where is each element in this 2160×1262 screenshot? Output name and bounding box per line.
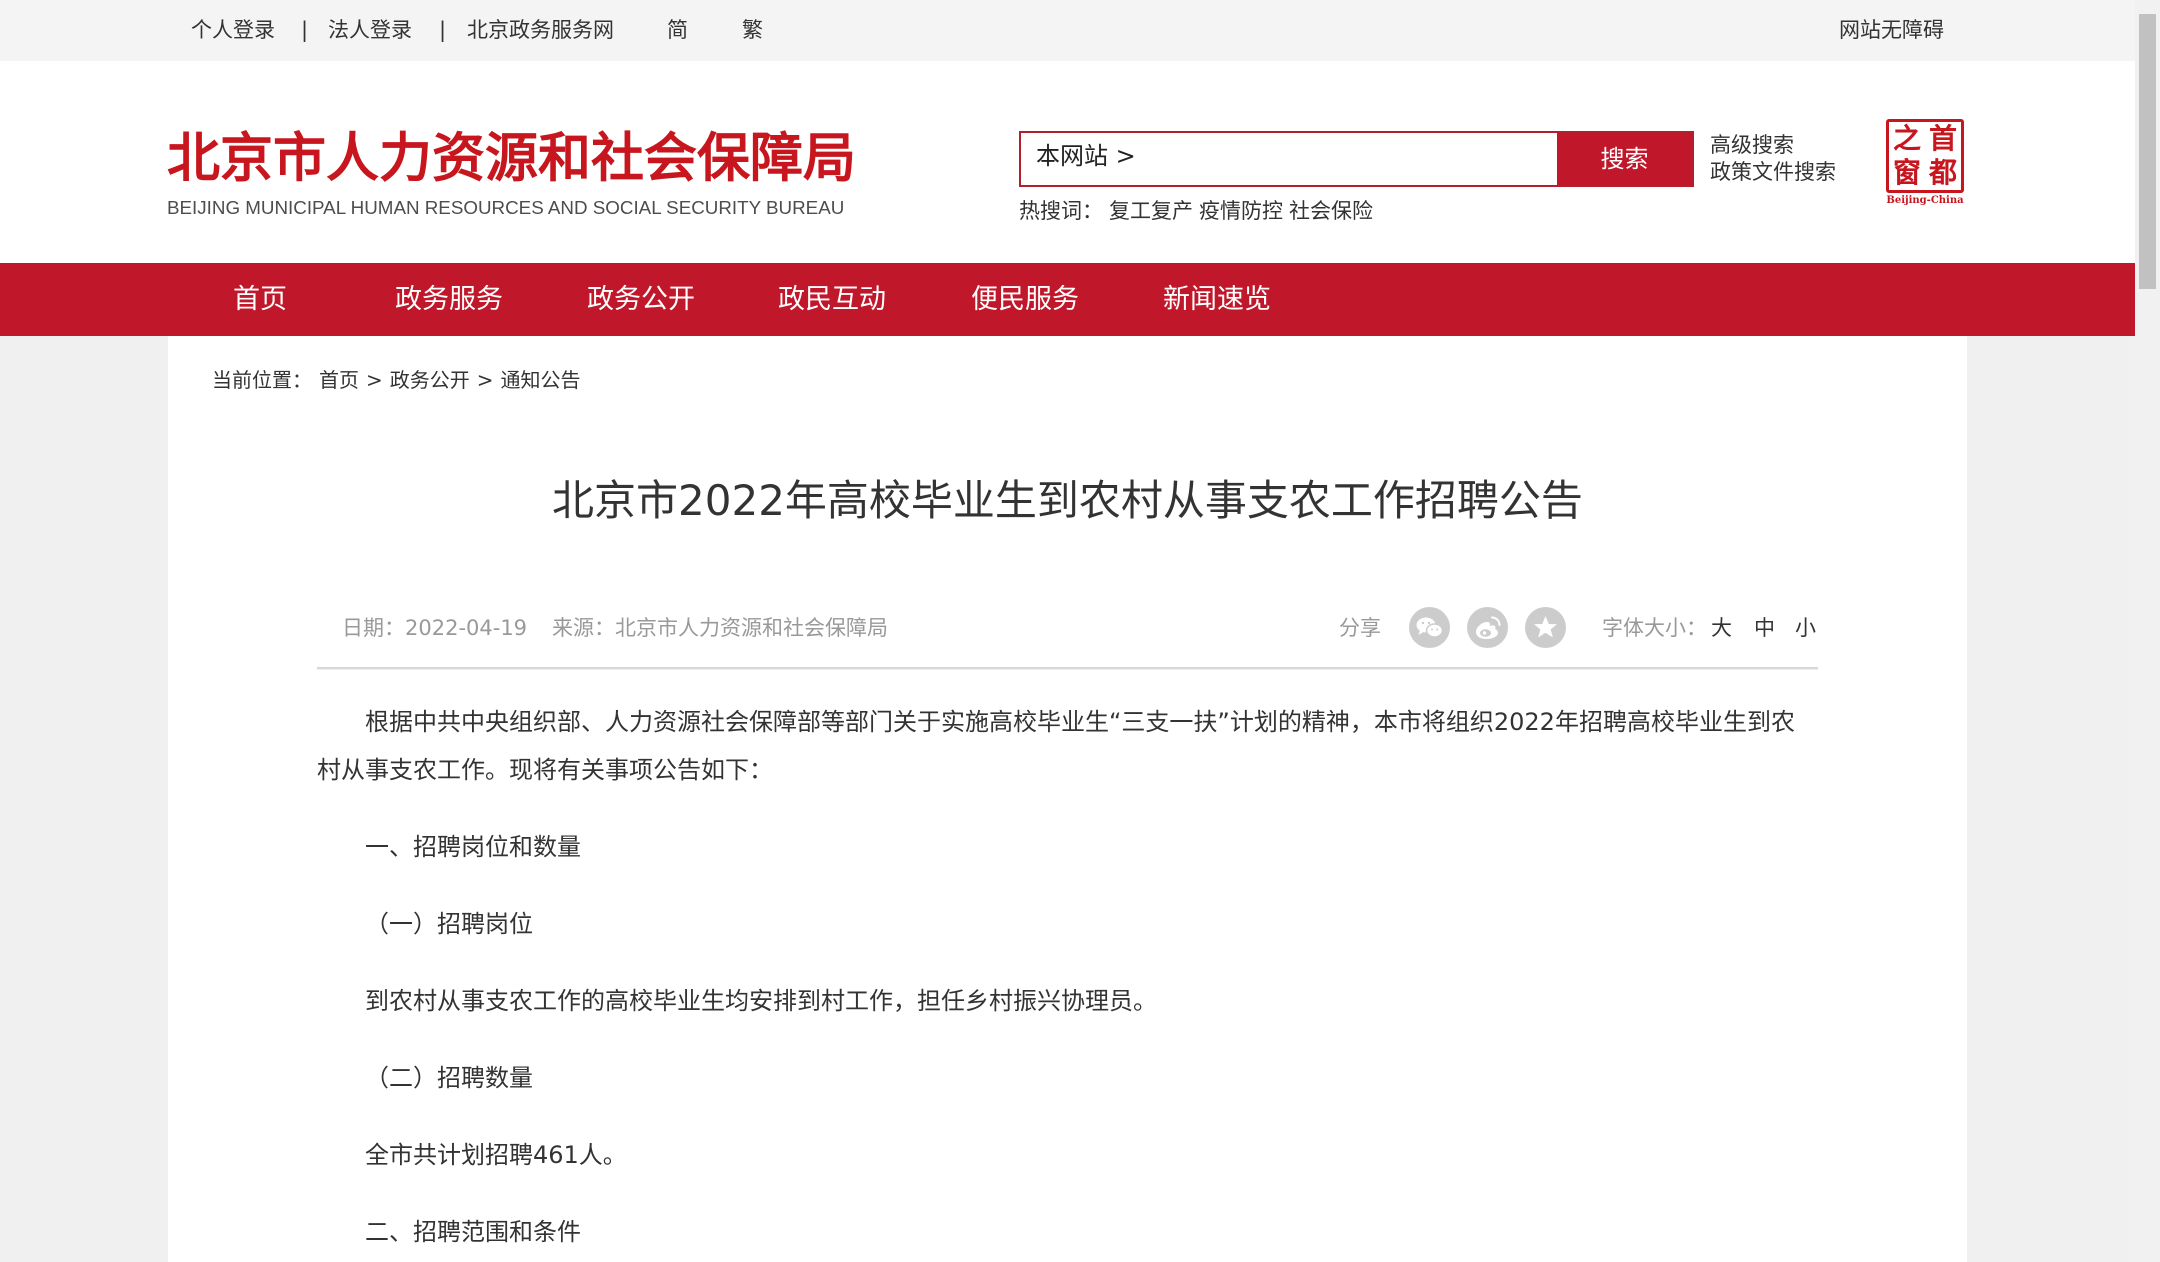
article-section-heading: 二、招聘范围和条件 [365, 1218, 581, 1246]
breadcrumb-item-notices[interactable]: 通知公告 [501, 366, 581, 394]
main-nav: 首页 政务服务 政务公开 政民互动 便民服务 新闻速览 [0, 263, 2135, 336]
content-container: 当前位置： 首页 > 政务公开 > 通知公告 北京市2022年高校毕业生到农村从… [168, 336, 1967, 1262]
article-divider [317, 667, 1818, 670]
hot-word-link[interactable]: 社会保险 [1289, 197, 1373, 225]
breadcrumb-separator: > [366, 368, 383, 392]
site-header: 北京市人力资源和社会保障局 BEIJING MUNICIPAL HUMAN RE… [0, 61, 2135, 263]
article-subheading: （一）招聘岗位 [365, 910, 533, 938]
personal-login-link[interactable]: 个人登录 [191, 0, 275, 61]
page: 个人登录 | 法人登录 | 北京政务服务网 简 繁 网站无障碍 北京市人力资源和… [0, 0, 2160, 1262]
traditional-chinese-toggle[interactable]: 繁 [742, 0, 763, 61]
font-size-label: 字体大小： [1602, 616, 1707, 640]
beijing-gov-service-link[interactable]: 北京政务服务网 [467, 0, 614, 61]
search-scope-select[interactable]: 本网站 > [1021, 133, 1136, 185]
stamp-caption: Beijing-China [1886, 195, 1964, 206]
breadcrumb-item-disclosure[interactable]: 政务公开 [390, 366, 470, 394]
stamp-char: 窗 [1892, 156, 1921, 189]
capital-window-logo[interactable]: 之 首 窗 都 Beijing-China [1886, 119, 1966, 206]
top-bar-separator: | [439, 18, 447, 42]
top-bar: 个人登录 | 法人登录 | 北京政务服务网 简 繁 网站无障碍 [0, 0, 2135, 61]
nav-item-government-disclosure[interactable]: 政务公开 [587, 263, 695, 336]
simplified-chinese-toggle[interactable]: 简 [667, 0, 688, 61]
vertical-scrollbar[interactable] [2135, 0, 2160, 1262]
search-button[interactable]: 搜索 [1557, 133, 1692, 185]
weibo-icon[interactable] [1467, 607, 1508, 648]
search-box: 本网站 > 搜索 [1019, 131, 1694, 187]
hot-search-label: 热搜词： [1019, 199, 1103, 223]
nav-item-government-services[interactable]: 政务服务 [395, 263, 503, 336]
nav-item-news[interactable]: 新闻速览 [1163, 263, 1271, 336]
scrollbar-thumb[interactable] [2139, 14, 2156, 289]
site-title[interactable]: 北京市人力资源和社会保障局 [167, 131, 856, 187]
nav-item-citizen-services[interactable]: 便民服务 [971, 263, 1079, 336]
hot-word-link[interactable]: 复工复产 [1109, 197, 1193, 225]
article-body: 根据中共中央组织部、人力资源社会保障部等部门关于实施高校毕业生“三支一扶”计划的… [317, 698, 1818, 1256]
breadcrumb-separator: > [476, 368, 494, 392]
article-paragraph: 根据中共中央组织部、人力资源社会保障部等部门关于实施高校毕业生“三支一扶”计划的… [317, 708, 1795, 784]
article-date: 日期：2022-04-19 [342, 616, 528, 640]
hot-search-words: 热搜词： 复工复产 疫情防控 社会保险 [1019, 197, 1373, 225]
share-label: 分享 [1339, 616, 1381, 640]
article-subheading: （二）招聘数量 [365, 1064, 533, 1092]
accessibility-link[interactable]: 网站无障碍 [1839, 0, 1944, 61]
wechat-icon[interactable] [1409, 607, 1450, 648]
font-size-large-button[interactable]: 大 [1711, 613, 1732, 643]
font-size-medium-button[interactable]: 中 [1754, 613, 1775, 643]
article-section-heading: 一、招聘岗位和数量 [365, 833, 581, 861]
breadcrumb: 当前位置： 首页 > 政务公开 > 通知公告 [212, 366, 581, 394]
capital-window-stamp: 之 首 窗 都 [1886, 119, 1964, 193]
nav-item-home[interactable]: 首页 [233, 263, 287, 336]
top-bar-separator: | [301, 18, 309, 42]
main-area: 当前位置： 首页 > 政务公开 > 通知公告 北京市2022年高校毕业生到农村从… [0, 336, 2135, 1262]
stamp-char: 之 [1892, 122, 1921, 155]
article-paragraph: 到农村从事支农工作的高校毕业生均安排到村工作，担任乡村振兴协理员。 [365, 987, 1157, 1015]
hot-word-link[interactable]: 疫情防控 [1199, 197, 1283, 225]
nav-item-public-interaction[interactable]: 政民互动 [778, 263, 886, 336]
advanced-search-link[interactable]: 高级搜索 [1710, 132, 1794, 159]
search-input[interactable] [1135, 133, 1557, 185]
article-title: 北京市2022年高校毕业生到农村从事支农工作招聘公告 [552, 476, 1583, 525]
article-source: 来源：北京市人力资源和社会保障局 [552, 616, 888, 640]
font-size-small-button[interactable]: 小 [1795, 613, 1816, 643]
corporate-login-link[interactable]: 法人登录 [328, 0, 412, 61]
breadcrumb-item-home[interactable]: 首页 [319, 366, 359, 394]
favorite-icon[interactable] [1525, 607, 1566, 648]
breadcrumb-label: 当前位置： [212, 368, 312, 392]
stamp-char: 首 [1928, 122, 1957, 155]
site-subtitle: BEIJING MUNICIPAL HUMAN RESOURCES AND SO… [167, 197, 845, 218]
policy-document-search-link[interactable]: 政策文件搜索 [1710, 159, 1836, 186]
stamp-char: 都 [1928, 156, 1957, 189]
article-paragraph: 全市共计划招聘461人。 [365, 1141, 627, 1169]
